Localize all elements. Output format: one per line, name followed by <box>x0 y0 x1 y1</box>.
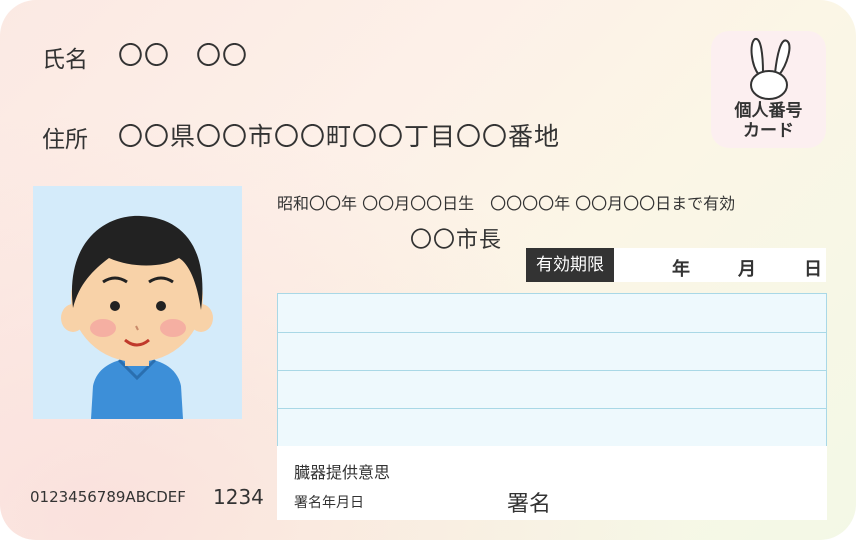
address-label: 住所 <box>42 127 88 153</box>
validity-month: 月 <box>738 259 756 280</box>
signature-area: 臓器提供意思 署名年月日 署名 <box>277 446 827 520</box>
my-number-card: 氏名 〇〇 〇〇 住所 〇〇県〇〇市〇〇町〇〇丁目〇〇番地 個人番号 カード 昭… <box>0 0 856 540</box>
signature-label: 署名 <box>507 492 552 517</box>
person-portrait-icon <box>61 215 213 419</box>
validity-period-box: 有効期限 年 月 日 <box>526 248 826 282</box>
card-code: 1234 <box>213 485 264 509</box>
logo-text-line1: 個人番号 <box>734 101 803 121</box>
signature-date-label: 署名年月日 <box>294 495 364 511</box>
rabbit-icon <box>750 37 791 100</box>
memo-line <box>278 408 826 409</box>
my-number-logo: 個人番号 カード <box>711 31 826 148</box>
organ-donation-label: 臓器提供意思 <box>294 463 391 482</box>
logo-text-line2: カード <box>743 121 794 141</box>
validity-tag: 有効期限 <box>526 248 614 282</box>
memo-line <box>278 370 826 371</box>
card-number: 0123456789ABCDEF <box>30 488 186 506</box>
validity-year: 年 <box>672 259 690 280</box>
memo-line <box>278 332 826 333</box>
photo <box>33 186 242 419</box>
name-label: 氏名 <box>42 47 88 73</box>
address-value: 〇〇県〇〇市〇〇町〇〇丁目〇〇番地 <box>118 122 561 151</box>
memo-field <box>277 293 827 447</box>
validity-day: 日 <box>804 259 822 280</box>
issuer-text: 〇〇市長 <box>410 228 503 253</box>
birth-validity-text: 昭和〇〇年 〇〇月〇〇日生 〇〇〇〇年 〇〇月〇〇日まで有効 <box>277 194 736 213</box>
name-value: 〇〇 〇〇 <box>118 41 249 70</box>
